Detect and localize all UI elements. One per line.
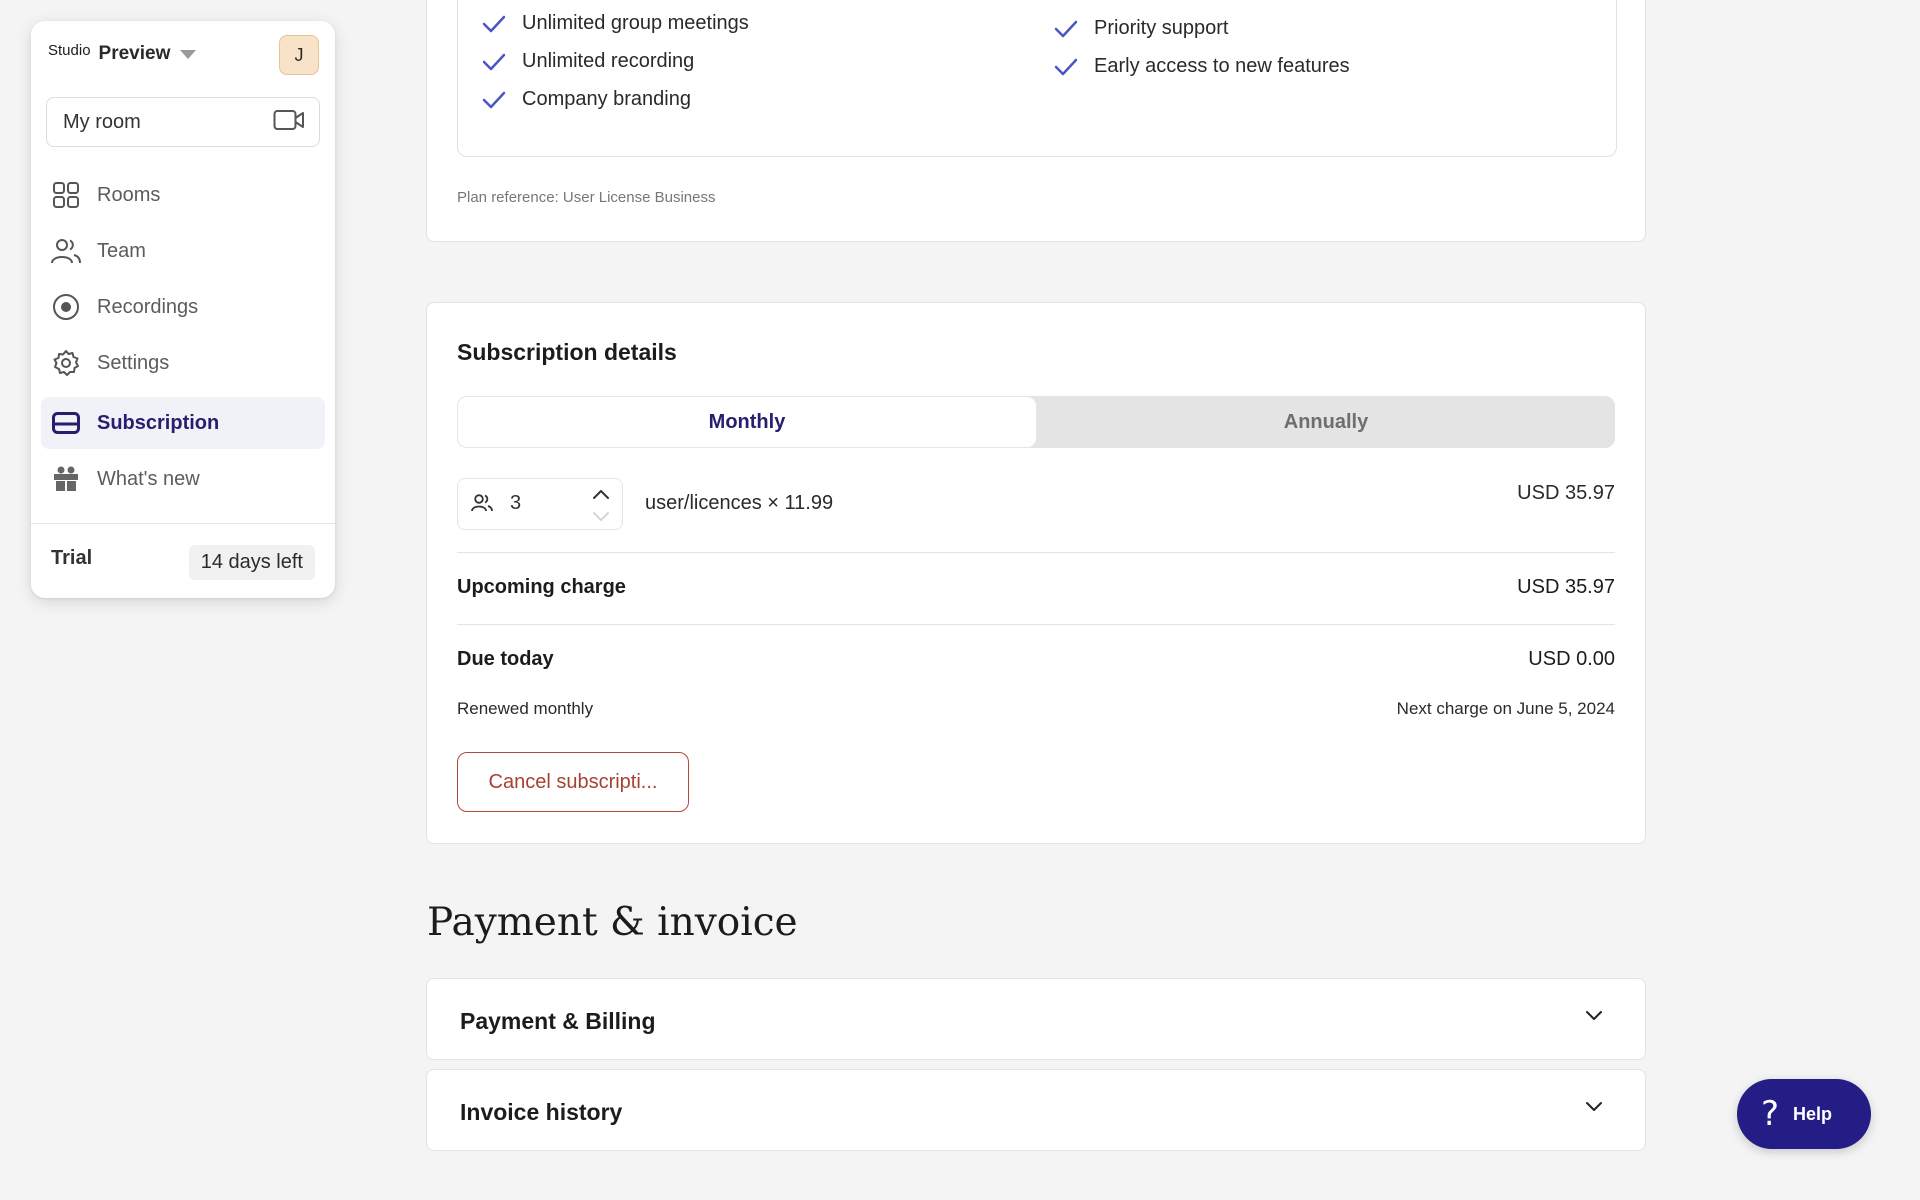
feature-label: Company branding <box>522 88 691 110</box>
licence-price-text: user/licences × 11.99 <box>645 492 834 514</box>
due-today-label: Due today <box>457 648 554 670</box>
sidebar-item-label: Team <box>97 239 146 262</box>
quantity-stepper[interactable]: 3 <box>457 478 623 530</box>
licence-total: USD 35.97 <box>1517 482 1615 504</box>
plan-reference: Plan reference: User License Business <box>457 189 716 206</box>
people-icon <box>470 493 494 518</box>
chevron-down-icon[interactable] <box>1585 1009 1603 1027</box>
tab-annually[interactable]: Annually <box>1037 396 1615 448</box>
sidebar-item-label: Subscription <box>97 411 220 434</box>
sidebar-item-settings[interactable]: Settings <box>41 337 325 389</box>
sidebar-item-rooms[interactable]: Rooms <box>41 169 325 221</box>
workspace-name: Preview <box>98 43 171 64</box>
my-room-button[interactable]: My room <box>46 97 320 147</box>
sidebar-item-subscription[interactable]: Subscription <box>41 397 325 449</box>
trial-days-badge: 14 days left <box>188 545 315 580</box>
chevron-down-icon[interactable] <box>1585 1100 1603 1118</box>
plan-features-card: Unlimited group meetings Unlimited recor… <box>426 0 1646 242</box>
quantity-value[interactable]: 3 <box>510 492 521 515</box>
people-icon <box>51 236 81 266</box>
feature-label: Unlimited group meetings <box>522 12 749 34</box>
sidebar-item-recordings[interactable]: Recordings <box>41 281 325 333</box>
feature-item: Unlimited recording <box>482 50 694 73</box>
gift-icon <box>51 464 81 494</box>
feature-label: Unlimited recording <box>522 50 695 72</box>
check-icon <box>482 15 506 33</box>
accordion-label: Invoice history <box>460 1099 623 1125</box>
video-camera-icon <box>273 109 305 136</box>
caret-down-icon[interactable] <box>180 49 197 59</box>
check-icon <box>482 91 506 109</box>
my-room-label: My room <box>63 110 141 133</box>
payment-invoice-title: Payment & invoice <box>427 900 798 945</box>
chevron-down-icon[interactable] <box>592 509 610 527</box>
trial-label: Trial <box>51 547 93 569</box>
upcoming-charge-label: Upcoming charge <box>457 576 626 598</box>
feature-label: Early access to new features <box>1094 55 1350 77</box>
subscription-details-card: Subscription details Monthly Annually 3 … <box>426 302 1646 844</box>
workspace-switcher[interactable]: Studio Preview <box>48 41 197 65</box>
question-icon: ? <box>1761 1094 1780 1134</box>
avatar[interactable]: J <box>279 35 319 75</box>
sidebar-item-team[interactable]: Team <box>41 225 325 277</box>
subscription-title: Subscription details <box>457 339 677 365</box>
card-icon <box>51 408 81 438</box>
renewal-text: Renewed monthly <box>457 699 594 718</box>
divider <box>457 552 1615 553</box>
billing-period-toggle: Monthly Annually <box>457 396 1615 448</box>
check-icon <box>482 53 506 71</box>
help-button[interactable]: ? Help <box>1737 1079 1871 1149</box>
cancel-subscription-button[interactable]: Cancel subscripti... <box>457 752 689 812</box>
sidebar-item-label: What's new <box>97 467 200 490</box>
sidebar: Studio Preview J My room Rooms Team Reco… <box>31 21 335 598</box>
record-icon <box>51 292 81 322</box>
due-today-value: USD 0.00 <box>1528 648 1615 670</box>
upcoming-charge-value: USD 35.97 <box>1517 576 1615 598</box>
payment-billing-accordion[interactable]: Payment & Billing <box>426 978 1646 1060</box>
accordion-label: Payment & Billing <box>460 1008 656 1034</box>
feature-item: Priority support <box>1054 17 1229 40</box>
tab-monthly[interactable]: Monthly <box>457 396 1037 448</box>
sidebar-nav: Rooms Team Recordings Settings Subscript… <box>41 169 325 509</box>
sidebar-item-whats-new[interactable]: What's new <box>41 453 325 505</box>
check-icon <box>1054 58 1078 76</box>
check-icon <box>1054 20 1078 38</box>
sidebar-item-label: Rooms <box>97 183 161 206</box>
workspace-prefix: Studio <box>48 41 91 59</box>
feature-item: Unlimited group meetings <box>482 12 749 35</box>
divider <box>457 624 1615 625</box>
feature-item: Company branding <box>482 88 691 111</box>
features-box: Unlimited group meetings Unlimited recor… <box>457 0 1617 157</box>
help-label: Help <box>1793 1103 1833 1124</box>
feature-item: Early access to new features <box>1054 55 1350 78</box>
next-charge-text: Next charge on June 5, 2024 <box>1396 699 1615 718</box>
grid-icon <box>51 180 81 210</box>
divider <box>31 523 335 524</box>
chevron-up-icon[interactable] <box>592 487 610 505</box>
sidebar-item-label: Settings <box>97 351 170 374</box>
feature-label: Priority support <box>1094 17 1229 39</box>
gear-icon <box>51 348 81 378</box>
sidebar-item-label: Recordings <box>97 295 199 318</box>
invoice-history-accordion[interactable]: Invoice history <box>426 1069 1646 1151</box>
